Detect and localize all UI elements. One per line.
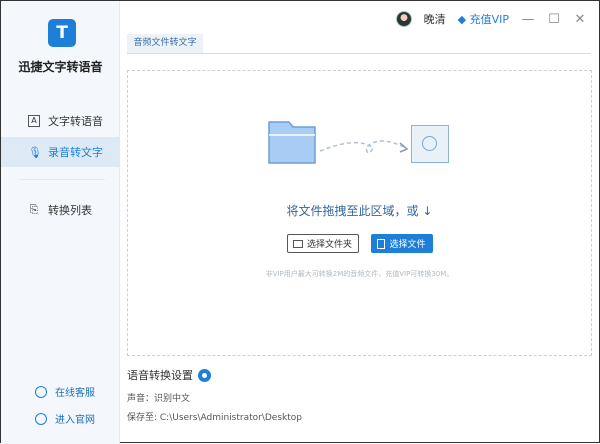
vip-label: 充值VIP bbox=[469, 13, 509, 26]
select-file-button[interactable]: 选择文件 bbox=[370, 234, 433, 253]
audio-file-icon bbox=[411, 125, 449, 163]
gear-icon[interactable] bbox=[198, 368, 211, 382]
website-link[interactable]: 进入官网 bbox=[35, 411, 95, 426]
drop-zone[interactable]: 将文件拖拽至此区域，或 ↓ 选择文件夹 选择文件 非VIP用户最大可转换2M的音… bbox=[127, 70, 592, 356]
select-folder-button[interactable]: 选择文件夹 bbox=[286, 234, 359, 253]
globe-icon bbox=[35, 412, 47, 425]
tab-underline bbox=[127, 53, 591, 54]
settings-header: 语音转换设置 bbox=[127, 367, 211, 383]
diamond-icon: ◆ bbox=[457, 13, 467, 26]
maximize-button[interactable]: ☐ bbox=[547, 12, 561, 27]
vip-button[interactable]: ◆ 充值VIP bbox=[458, 11, 509, 27]
website-label: 进入官网 bbox=[55, 415, 95, 426]
dashed-arrow-icon bbox=[319, 140, 409, 154]
minimize-button[interactable]: — bbox=[521, 12, 535, 27]
arrow-down-icon: ↓ bbox=[422, 204, 433, 218]
list-icon: ⎘ bbox=[29, 203, 39, 216]
divider bbox=[19, 179, 105, 180]
size-limit-note: 非VIP用户最大可转换2M的音频文件，充值VIP可转换30M。 bbox=[265, 270, 454, 278]
sidebar-item-label: 录音转文字 bbox=[48, 146, 103, 159]
avatar[interactable] bbox=[395, 11, 412, 27]
voice-setting: 声音：识别中文 bbox=[127, 394, 191, 404]
tab-audio-to-text[interactable]: 音频文件转文字 bbox=[127, 34, 203, 53]
online-support-link[interactable]: 在线客服 bbox=[35, 384, 95, 399]
sidebar-item-speech-to-text[interactable]: 🎙 录音转文字 bbox=[1, 137, 120, 167]
sidebar-item-label: 转换列表 bbox=[48, 204, 92, 217]
sidebar-item-conversion-list[interactable]: ⎘ 转换列表 bbox=[1, 195, 120, 225]
file-add-icon bbox=[377, 238, 386, 249]
support-icon bbox=[35, 385, 47, 398]
folder-outline-icon bbox=[292, 239, 303, 248]
microphone-icon: 🎙 bbox=[28, 145, 42, 159]
app-name: 迅捷文字转语音 bbox=[18, 60, 103, 74]
app-logo: T bbox=[48, 19, 76, 47]
sidebar: T 迅捷文字转语音 A 文字转语音 🎙 录音转文字 ⎘ 转换列表 在线客服 进入官网 bbox=[1, 1, 120, 444]
sidebar-item-label: 文字转语音 bbox=[48, 115, 103, 128]
close-button[interactable]: ✕ bbox=[573, 12, 587, 27]
select-file-label: 选择文件 bbox=[389, 240, 426, 250]
sidebar-item-text-to-speech[interactable]: A 文字转语音 bbox=[1, 106, 120, 136]
text-icon: A bbox=[28, 115, 40, 127]
settings-title: 语音转换设置 bbox=[127, 369, 193, 382]
drop-hint: 将文件拖拽至此区域，或 ↓ bbox=[128, 202, 591, 219]
support-label: 在线客服 bbox=[55, 388, 95, 399]
username[interactable]: 晚清 bbox=[424, 11, 446, 27]
hint-text: 将文件拖拽至此区域，或 bbox=[286, 204, 419, 218]
folder-icon bbox=[268, 121, 316, 164]
save-path: 保存至: C:\Users\Administrator\Desktop bbox=[127, 413, 302, 423]
select-folder-label: 选择文件夹 bbox=[306, 240, 352, 250]
title-bar: 晚清 ◆ 充值VIP — ☐ ✕ bbox=[395, 11, 587, 27]
